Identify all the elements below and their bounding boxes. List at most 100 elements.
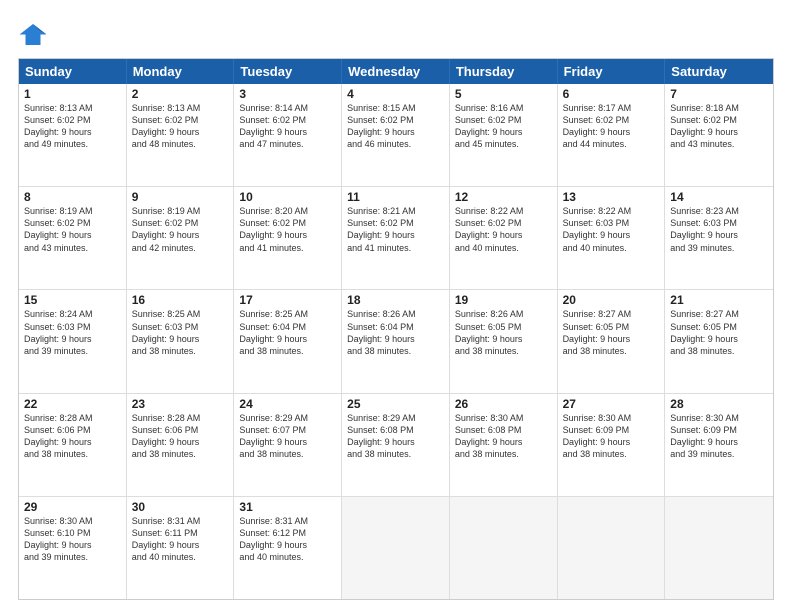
calendar-header: SundayMondayTuesdayWednesdayThursdayFrid… [19,59,773,84]
calendar-cell: 21Sunrise: 8:27 AMSunset: 6:05 PMDayligh… [665,290,773,392]
calendar-cell: 15Sunrise: 8:24 AMSunset: 6:03 PMDayligh… [19,290,127,392]
header-day-saturday: Saturday [665,59,773,84]
calendar-cell: 12Sunrise: 8:22 AMSunset: 6:02 PMDayligh… [450,187,558,289]
calendar-row-2: 15Sunrise: 8:24 AMSunset: 6:03 PMDayligh… [19,290,773,393]
day-number: 20 [563,293,660,307]
header-day-thursday: Thursday [450,59,558,84]
day-number: 29 [24,500,121,514]
day-number: 31 [239,500,336,514]
cell-info: Sunrise: 8:22 AMSunset: 6:03 PMDaylight:… [563,205,660,254]
cell-info: Sunrise: 8:31 AMSunset: 6:11 PMDaylight:… [132,515,229,564]
calendar-cell: 31Sunrise: 8:31 AMSunset: 6:12 PMDayligh… [234,497,342,599]
calendar-cell [665,497,773,599]
day-number: 30 [132,500,229,514]
calendar-cell: 19Sunrise: 8:26 AMSunset: 6:05 PMDayligh… [450,290,558,392]
cell-info: Sunrise: 8:20 AMSunset: 6:02 PMDaylight:… [239,205,336,254]
day-number: 2 [132,87,229,101]
calendar-cell: 29Sunrise: 8:30 AMSunset: 6:10 PMDayligh… [19,497,127,599]
day-number: 16 [132,293,229,307]
cell-info: Sunrise: 8:29 AMSunset: 6:07 PMDaylight:… [239,412,336,461]
header-day-sunday: Sunday [19,59,127,84]
cell-info: Sunrise: 8:27 AMSunset: 6:05 PMDaylight:… [563,308,660,357]
cell-info: Sunrise: 8:16 AMSunset: 6:02 PMDaylight:… [455,102,552,151]
day-number: 26 [455,397,552,411]
calendar-cell: 7Sunrise: 8:18 AMSunset: 6:02 PMDaylight… [665,84,773,186]
calendar-cell: 18Sunrise: 8:26 AMSunset: 6:04 PMDayligh… [342,290,450,392]
cell-info: Sunrise: 8:23 AMSunset: 6:03 PMDaylight:… [670,205,768,254]
day-number: 28 [670,397,768,411]
day-number: 1 [24,87,121,101]
cell-info: Sunrise: 8:25 AMSunset: 6:03 PMDaylight:… [132,308,229,357]
calendar-cell: 10Sunrise: 8:20 AMSunset: 6:02 PMDayligh… [234,187,342,289]
day-number: 22 [24,397,121,411]
header-day-wednesday: Wednesday [342,59,450,84]
calendar-cell: 20Sunrise: 8:27 AMSunset: 6:05 PMDayligh… [558,290,666,392]
day-number: 13 [563,190,660,204]
day-number: 21 [670,293,768,307]
day-number: 17 [239,293,336,307]
day-number: 14 [670,190,768,204]
day-number: 25 [347,397,444,411]
day-number: 24 [239,397,336,411]
day-number: 4 [347,87,444,101]
cell-info: Sunrise: 8:30 AMSunset: 6:08 PMDaylight:… [455,412,552,461]
calendar-cell [558,497,666,599]
calendar-cell: 3Sunrise: 8:14 AMSunset: 6:02 PMDaylight… [234,84,342,186]
cell-info: Sunrise: 8:19 AMSunset: 6:02 PMDaylight:… [132,205,229,254]
day-number: 23 [132,397,229,411]
cell-info: Sunrise: 8:25 AMSunset: 6:04 PMDaylight:… [239,308,336,357]
cell-info: Sunrise: 8:13 AMSunset: 6:02 PMDaylight:… [24,102,121,151]
day-number: 18 [347,293,444,307]
calendar-body: 1Sunrise: 8:13 AMSunset: 6:02 PMDaylight… [19,84,773,599]
day-number: 19 [455,293,552,307]
cell-info: Sunrise: 8:21 AMSunset: 6:02 PMDaylight:… [347,205,444,254]
calendar-cell [342,497,450,599]
logo [18,18,52,48]
logo-icon [18,18,48,48]
calendar-cell: 26Sunrise: 8:30 AMSunset: 6:08 PMDayligh… [450,394,558,496]
day-number: 7 [670,87,768,101]
cell-info: Sunrise: 8:28 AMSunset: 6:06 PMDaylight:… [24,412,121,461]
calendar-cell: 6Sunrise: 8:17 AMSunset: 6:02 PMDaylight… [558,84,666,186]
day-number: 15 [24,293,121,307]
cell-info: Sunrise: 8:30 AMSunset: 6:09 PMDaylight:… [670,412,768,461]
calendar-cell: 24Sunrise: 8:29 AMSunset: 6:07 PMDayligh… [234,394,342,496]
calendar-cell: 22Sunrise: 8:28 AMSunset: 6:06 PMDayligh… [19,394,127,496]
day-number: 8 [24,190,121,204]
cell-info: Sunrise: 8:26 AMSunset: 6:05 PMDaylight:… [455,308,552,357]
cell-info: Sunrise: 8:28 AMSunset: 6:06 PMDaylight:… [132,412,229,461]
calendar-row-0: 1Sunrise: 8:13 AMSunset: 6:02 PMDaylight… [19,84,773,187]
calendar-cell: 27Sunrise: 8:30 AMSunset: 6:09 PMDayligh… [558,394,666,496]
calendar-cell: 17Sunrise: 8:25 AMSunset: 6:04 PMDayligh… [234,290,342,392]
cell-info: Sunrise: 8:14 AMSunset: 6:02 PMDaylight:… [239,102,336,151]
header-day-monday: Monday [127,59,235,84]
day-number: 6 [563,87,660,101]
day-number: 27 [563,397,660,411]
cell-info: Sunrise: 8:29 AMSunset: 6:08 PMDaylight:… [347,412,444,461]
calendar-row-4: 29Sunrise: 8:30 AMSunset: 6:10 PMDayligh… [19,497,773,599]
day-number: 11 [347,190,444,204]
calendar-cell: 23Sunrise: 8:28 AMSunset: 6:06 PMDayligh… [127,394,235,496]
cell-info: Sunrise: 8:31 AMSunset: 6:12 PMDaylight:… [239,515,336,564]
header [18,18,774,48]
cell-info: Sunrise: 8:19 AMSunset: 6:02 PMDaylight:… [24,205,121,254]
calendar-cell: 30Sunrise: 8:31 AMSunset: 6:11 PMDayligh… [127,497,235,599]
calendar-cell: 5Sunrise: 8:16 AMSunset: 6:02 PMDaylight… [450,84,558,186]
cell-info: Sunrise: 8:24 AMSunset: 6:03 PMDaylight:… [24,308,121,357]
cell-info: Sunrise: 8:30 AMSunset: 6:10 PMDaylight:… [24,515,121,564]
page: SundayMondayTuesdayWednesdayThursdayFrid… [0,0,792,612]
day-number: 9 [132,190,229,204]
cell-info: Sunrise: 8:18 AMSunset: 6:02 PMDaylight:… [670,102,768,151]
calendar-cell: 4Sunrise: 8:15 AMSunset: 6:02 PMDaylight… [342,84,450,186]
calendar-cell: 14Sunrise: 8:23 AMSunset: 6:03 PMDayligh… [665,187,773,289]
cell-info: Sunrise: 8:26 AMSunset: 6:04 PMDaylight:… [347,308,444,357]
day-number: 12 [455,190,552,204]
calendar: SundayMondayTuesdayWednesdayThursdayFrid… [18,58,774,600]
day-number: 5 [455,87,552,101]
header-day-tuesday: Tuesday [234,59,342,84]
calendar-cell: 16Sunrise: 8:25 AMSunset: 6:03 PMDayligh… [127,290,235,392]
cell-info: Sunrise: 8:22 AMSunset: 6:02 PMDaylight:… [455,205,552,254]
calendar-cell: 25Sunrise: 8:29 AMSunset: 6:08 PMDayligh… [342,394,450,496]
cell-info: Sunrise: 8:27 AMSunset: 6:05 PMDaylight:… [670,308,768,357]
day-number: 10 [239,190,336,204]
